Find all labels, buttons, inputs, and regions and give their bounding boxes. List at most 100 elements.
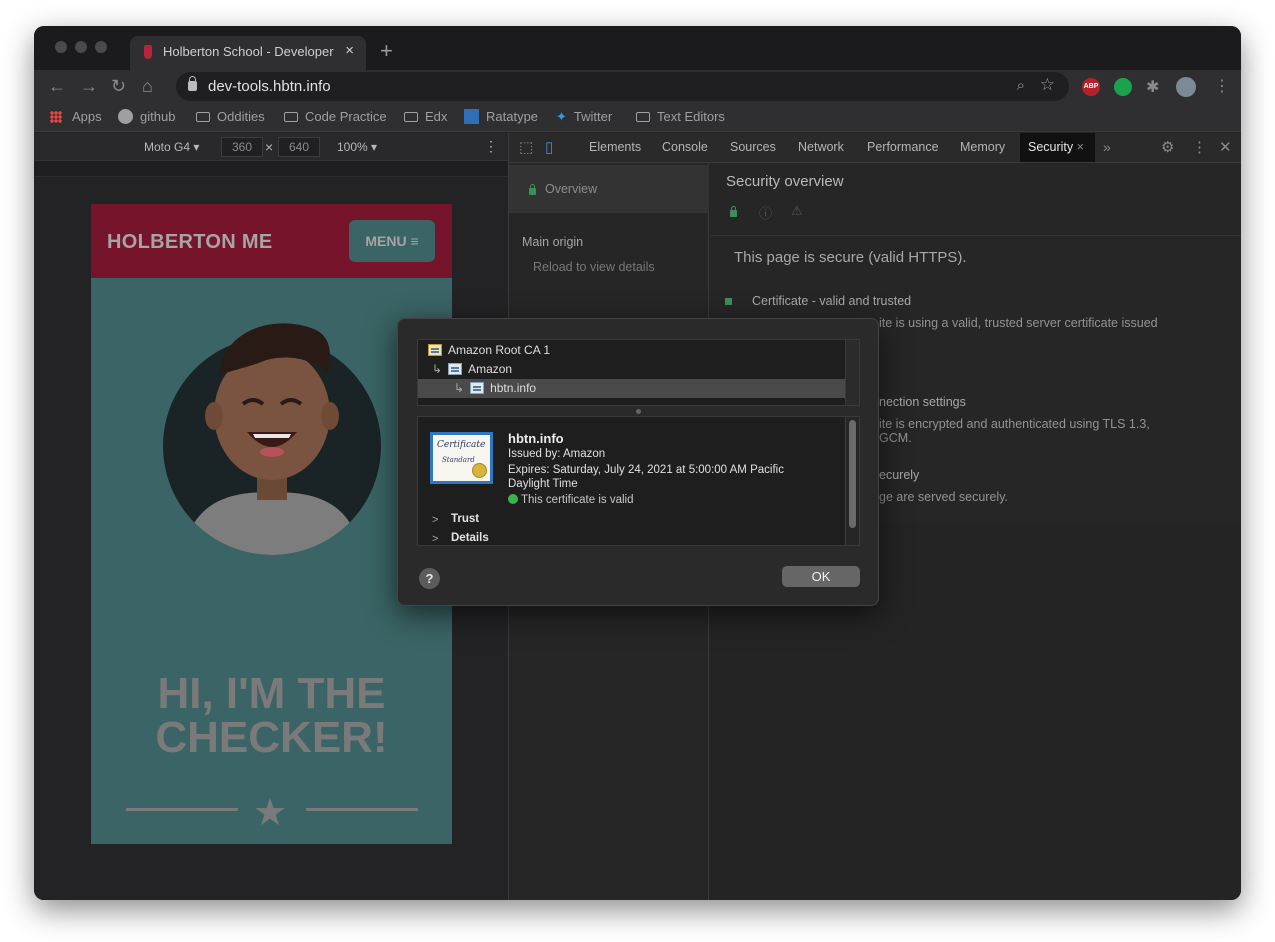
tab-close-icon[interactable]: × — [345, 42, 354, 59]
ratatype-icon — [464, 109, 479, 124]
bookmark-edx[interactable]: Edx — [404, 109, 447, 124]
bookmark-star-icon[interactable]: ☆ — [1040, 75, 1055, 95]
splitter-handle[interactable] — [636, 409, 641, 414]
inspect-element-icon[interactable]: ⬚ — [519, 138, 533, 156]
chain-item-intermediate[interactable]: ↳ Amazon — [418, 360, 846, 379]
devtools-tabbar: ⬚ ▯ Elements Console Sources Network Per… — [509, 133, 1241, 163]
github-icon — [118, 109, 133, 124]
zoom-select[interactable]: 100% ▾ — [337, 140, 377, 154]
bookmark-oddities[interactable]: Oddities — [196, 109, 265, 124]
folder-icon — [404, 112, 418, 122]
viewport-width-input[interactable]: 360 — [221, 137, 263, 157]
more-tabs-icon[interactable]: » — [1103, 139, 1111, 155]
bookmark-twitter[interactable]: ✦ Twitter — [556, 109, 612, 125]
chain-item-root[interactable]: Amazon Root CA 1 — [418, 341, 846, 360]
tab-sources[interactable]: Sources — [722, 133, 784, 162]
bookmark-code-practice[interactable]: Code Practice — [284, 109, 387, 124]
green-extension-icon[interactable] — [1114, 78, 1132, 96]
certificate-name: hbtn.info — [508, 431, 564, 446]
media-query-ruler — [34, 161, 508, 177]
avatar[interactable] — [1176, 77, 1196, 97]
expires-line-2: Daylight Time — [508, 478, 578, 490]
resources-text: ge are served securely. — [879, 490, 1008, 504]
sidebar-item-overview[interactable]: Overview — [509, 165, 709, 213]
settings-gear-icon[interactable]: ⚙ — [1161, 138, 1174, 156]
secure-status: This page is secure (valid HTTPS). — [734, 249, 967, 266]
extensions-puzzle-icon[interactable]: ✱ — [1146, 77, 1159, 97]
certificate-image-icon: Certificate Standard — [430, 432, 493, 484]
tab-security[interactable]: Security × — [1020, 133, 1095, 162]
seal-icon — [472, 463, 487, 478]
certificate-heading: Certificate - valid and trusted — [752, 294, 912, 308]
connection-heading: nection settings — [879, 395, 966, 409]
tab-network[interactable]: Network — [790, 133, 852, 162]
certificate-chain-tree: Amazon Root CA 1 ↳ Amazon ↳ hbtn.info — [417, 339, 860, 406]
bookmark-github[interactable]: github — [118, 109, 175, 124]
devtools-more-icon[interactable]: ⋮ — [1192, 138, 1207, 156]
bookmark-ratatype[interactable]: Ratatype — [464, 109, 538, 124]
hero-heading: HI, I'M THE CHECKER! — [155, 669, 388, 762]
tab-close-icon[interactable]: × — [1077, 140, 1084, 154]
more-menu-icon[interactable]: ⋮ — [1214, 76, 1230, 96]
page-title: Security overview — [726, 173, 844, 190]
trust-section-toggle[interactable]: Trust — [451, 513, 479, 525]
help-button[interactable]: ? — [419, 568, 440, 589]
device-more-icon[interactable]: ⋮ — [484, 138, 498, 155]
reload-icon[interactable]: ↻ — [111, 76, 126, 97]
tree-branch-icon: ↳ — [454, 381, 465, 395]
certificate-dialog: Amazon Root CA 1 ↳ Amazon ↳ hbtn.info Cert… — [397, 318, 879, 606]
bookmark-apps[interactable]: Apps — [50, 109, 102, 124]
divider-left — [126, 808, 238, 811]
resources-heading: ecurely — [879, 468, 920, 482]
device-toggle-icon[interactable]: ▯ — [545, 138, 553, 156]
folder-icon — [196, 112, 210, 122]
bookmarks-bar: Apps github Oddities Code Practice Edx R… — [34, 104, 1241, 132]
zoom-icon[interactable]: ⌕ — [1017, 77, 1025, 94]
expires-line-1: Expires: Saturday, July 24, 2021 at 5:00… — [508, 464, 784, 476]
forward-icon[interactable]: → — [80, 76, 98, 97]
browser-tab[interactable]: Holberton School - Developer × — [130, 36, 366, 70]
tab-elements[interactable]: Elements — [581, 133, 649, 162]
tab-console[interactable]: Console — [654, 133, 716, 162]
apps-grid-icon — [50, 111, 62, 123]
window-minimize-control[interactable] — [75, 41, 87, 53]
tab-memory[interactable]: Memory — [952, 133, 1013, 162]
chevron-right-icon[interactable]: > — [432, 514, 438, 526]
issued-by: Issued by: Amazon — [508, 448, 606, 460]
chevron-right-icon[interactable]: > — [432, 533, 438, 545]
info-icon: ⓘ — [759, 206, 773, 221]
viewport-height-input[interactable]: 640 — [278, 137, 320, 157]
device-select[interactable]: Moto G4 ▾ — [144, 140, 199, 154]
divider-right — [306, 808, 418, 811]
check-icon — [508, 494, 518, 504]
bookmark-text-editors[interactable]: Text Editors — [636, 109, 725, 124]
device-toolbar: Moto G4 ▾ 360 × 640 100% ▾ ⋮ — [34, 133, 508, 161]
site-brand[interactable]: HOLBERTON ME — [107, 231, 272, 254]
tree-scrollbar[interactable] — [845, 340, 859, 405]
certificate-detail: Certificate Standard hbtn.info Issued by… — [417, 416, 860, 546]
details-section-toggle[interactable]: Details — [451, 532, 489, 544]
scrollbar-thumb[interactable] — [849, 420, 856, 528]
back-icon[interactable]: ← — [48, 76, 66, 97]
address-bar[interactable]: dev-tools.hbtn.info ⌕ ☆ — [176, 72, 1069, 101]
validity-status: This certificate is valid — [508, 494, 633, 506]
folder-icon — [284, 112, 298, 122]
menu-button[interactable]: MENU ≡ — [349, 220, 435, 262]
browser-toolbar: ← → ↻ ⌂ dev-tools.hbtn.info ⌕ ☆ ABP ✱ ⋮ — [34, 70, 1241, 104]
chain-item-leaf[interactable]: ↳ hbtn.info — [418, 379, 846, 398]
ok-button[interactable]: OK — [782, 566, 860, 587]
home-icon[interactable]: ⌂ — [142, 76, 153, 97]
window-zoom-control[interactable] — [95, 41, 107, 53]
adblock-extension-icon[interactable]: ABP — [1082, 78, 1100, 96]
warning-icon: ⚠ — [791, 203, 803, 218]
root-certificate-icon — [428, 344, 442, 356]
devtools-close-icon[interactable]: ✕ — [1219, 138, 1232, 156]
tree-branch-icon: ↳ — [432, 362, 443, 376]
lock-icon — [529, 184, 536, 195]
window-close-control[interactable] — [55, 41, 67, 53]
twitter-icon: ✦ — [556, 109, 567, 124]
new-tab-button[interactable]: + — [380, 38, 393, 64]
detail-scrollbar[interactable] — [845, 417, 859, 545]
tab-performance[interactable]: Performance — [859, 133, 947, 162]
lock-icon[interactable] — [188, 76, 197, 91]
